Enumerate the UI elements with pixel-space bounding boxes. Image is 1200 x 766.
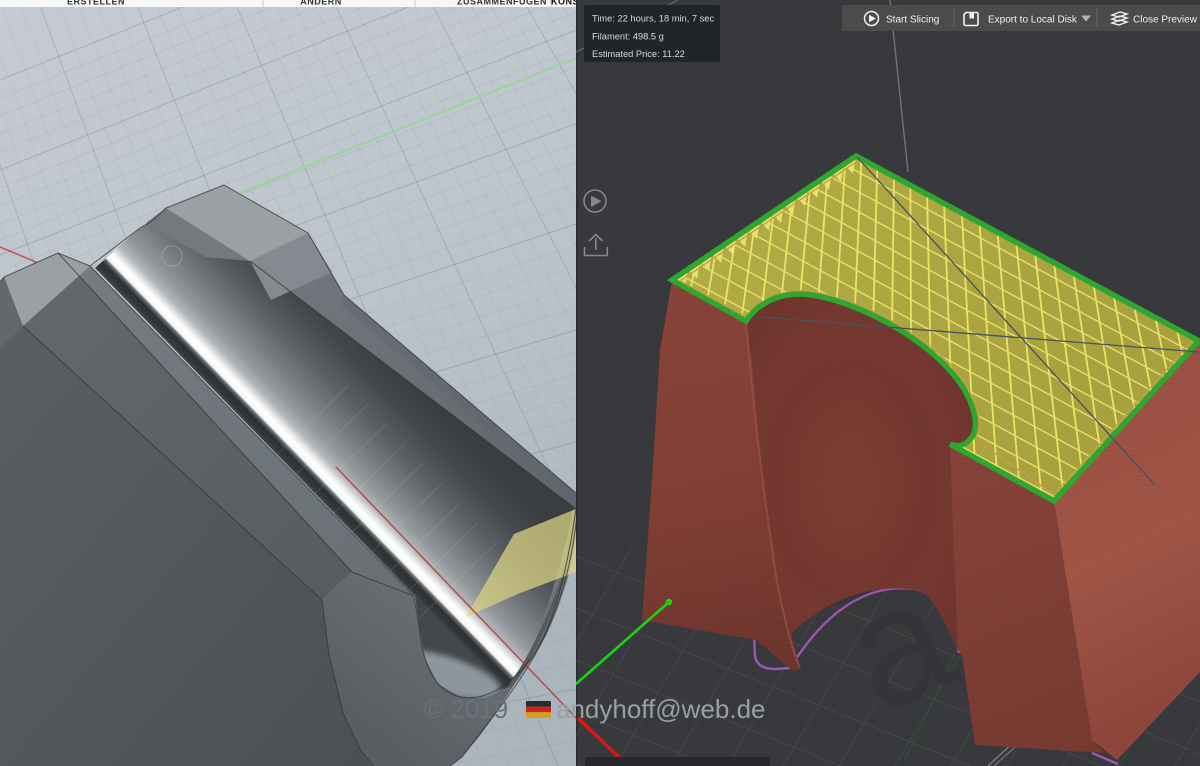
svg-text:Filament: 498.5 g: Filament: 498.5 g (592, 32, 664, 42)
svg-text:Close Preview: Close Preview (1133, 15, 1198, 26)
svg-text:Estimated Price: 11.22: Estimated Price: 11.22 (592, 49, 685, 59)
svg-text:© 2019: © 2019 (424, 694, 508, 724)
svg-text:andyhoff@web.de: andyhoff@web.de (556, 694, 766, 724)
svg-text:ERSTELLEN: ERSTELLEN (67, 0, 125, 7)
svg-text:ZUSAMMENFÜGEN: ZUSAMMENFÜGEN (457, 0, 547, 7)
svg-text:Start Slicing: Start Slicing (886, 15, 939, 26)
svg-text:Time: 22 hours, 18 min, 7 sec: Time: 22 hours, 18 min, 7 sec (592, 14, 714, 24)
svg-text:ÄNDERN: ÄNDERN (300, 0, 342, 7)
svg-text:Export to Local Disk: Export to Local Disk (988, 15, 1078, 26)
